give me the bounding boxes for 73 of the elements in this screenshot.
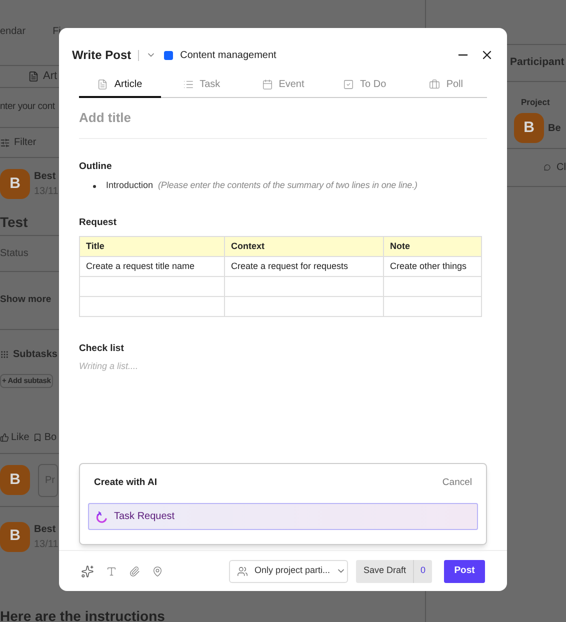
drag-icon — [0, 350, 9, 358]
ai-suggestion[interactable]: Task Request — [88, 503, 478, 530]
visibility-dropdown[interactable]: Only project parti... — [229, 560, 348, 582]
people-icon — [237, 566, 248, 576]
chat-icon — [544, 163, 551, 172]
table-cell[interactable]: Create a request title name — [80, 256, 224, 276]
avatar: B — [514, 113, 544, 143]
bookmark-icon — [33, 433, 42, 442]
dialog-title: Write Post — [72, 47, 132, 64]
table-cell[interactable] — [80, 276, 224, 296]
chat-button[interactable]: Cl — [556, 160, 566, 175]
tab-label[interactable]: Art — [43, 68, 58, 85]
post-body: Here are the instructions — [0, 608, 165, 622]
column-header: Context — [224, 236, 384, 256]
filter-button[interactable]: Filter — [14, 135, 36, 150]
column-header: Note — [384, 236, 482, 256]
table-cell[interactable] — [224, 276, 384, 296]
status-label: Status — [0, 247, 28, 261]
table-cell[interactable] — [384, 276, 482, 296]
checkbox-icon — [343, 78, 354, 90]
section-heading: Outline — [79, 160, 113, 174]
author-name: Best — [34, 170, 57, 184]
ai-swirl-icon — [96, 510, 108, 522]
post-button[interactable]: Post — [444, 560, 485, 582]
avatar: B — [0, 522, 30, 552]
draft-count: 0 — [414, 560, 432, 582]
like-button[interactable]: Like — [11, 430, 30, 445]
post-title: Test — [0, 213, 28, 232]
location-icon[interactable] — [152, 566, 163, 576]
table-cell[interactable] — [384, 296, 482, 316]
avatar: B — [0, 169, 30, 199]
close-icon[interactable] — [480, 48, 494, 62]
content-field[interactable]: nter your cont — [0, 100, 55, 115]
document-icon — [28, 71, 39, 82]
tab[interactable]: Event — [242, 72, 324, 98]
bag-icon — [429, 78, 440, 90]
sparkles-icon[interactable] — [81, 564, 94, 578]
section-heading: Check list — [79, 342, 125, 356]
table-cell[interactable] — [224, 296, 384, 316]
subtasks-heading: Subtasks — [13, 348, 58, 362]
title-field[interactable]: Add title — [79, 108, 131, 128]
like-icon — [0, 433, 9, 442]
tab[interactable]: Task — [160, 72, 242, 98]
nav-tab[interactable]: Fi — [52, 24, 61, 39]
save-draft-button[interactable]: Save Draft — [356, 560, 414, 582]
outline-item: Introduction — [106, 179, 154, 192]
show-more-link[interactable]: Show more — [0, 293, 52, 308]
filter-icon — [0, 138, 10, 148]
bookmark-button[interactable]: Bo — [44, 430, 57, 445]
checklist-field[interactable]: Writing a list.... — [79, 360, 487, 374]
panel-title: Participant — [510, 55, 564, 70]
project-name[interactable]: Content management — [180, 48, 276, 62]
table-cell[interactable]: Create other things — [384, 256, 482, 276]
text-format-icon[interactable] — [106, 566, 117, 576]
outline-hint: (Please enter the contents of the summary of two lines in one line.) — [158, 179, 418, 192]
table-cell[interactable] — [80, 296, 224, 316]
tab[interactable]: Poll — [405, 72, 487, 98]
bullet-icon — [93, 184, 96, 188]
section-heading: Request — [79, 216, 118, 230]
attach-icon[interactable] — [129, 566, 140, 576]
column-header: Title — [80, 236, 224, 256]
tab[interactable]: To Do — [324, 72, 406, 98]
ai-panel-title: Create with AI — [94, 476, 157, 490]
section-label: Project — [521, 96, 551, 109]
member-name: Be — [548, 122, 561, 136]
author-name: Best — [34, 522, 57, 536]
cancel-button[interactable]: Cancel — [442, 476, 472, 490]
avatar: B — [0, 465, 30, 495]
calendar-icon — [262, 78, 273, 90]
nav-tab[interactable]: endar — [0, 24, 26, 39]
tab[interactable]: Article — [79, 72, 161, 98]
table-cell[interactable]: Create a request for requests — [224, 256, 384, 276]
document-icon — [97, 78, 108, 90]
